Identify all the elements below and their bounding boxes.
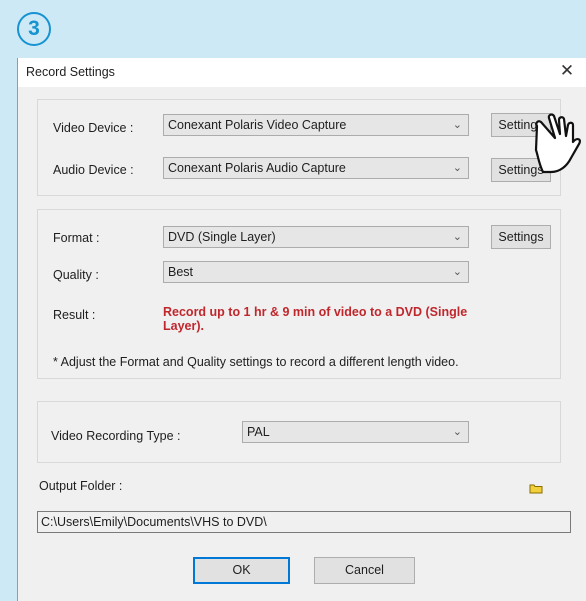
title-bar: Record Settings ✕ [18, 58, 586, 87]
recording-type-label: Video Recording Type : [51, 429, 181, 443]
recording-type-value: PAL [247, 425, 270, 439]
chevron-down-icon: ⌄ [452, 162, 462, 174]
ok-button[interactable]: OK [193, 557, 290, 584]
format-select[interactable]: DVD (Single Layer) ⌄ [163, 226, 469, 248]
quality-label: Quality : [53, 268, 99, 282]
result-text: Record up to 1 hr & 9 min of video to a … [163, 305, 543, 333]
audio-device-select[interactable]: Conexant Polaris Audio Capture ⌄ [163, 157, 469, 179]
format-value: DVD (Single Layer) [168, 230, 276, 244]
output-folder-input[interactable]: C:\Users\Emily\Documents\VHS to DVD\ [37, 511, 571, 533]
hand-pointer-icon [533, 112, 586, 181]
recording-type-select[interactable]: PAL ⌄ [242, 421, 469, 443]
format-note: * Adjust the Format and Quality settings… [53, 355, 459, 369]
video-device-select[interactable]: Conexant Polaris Video Capture ⌄ [163, 114, 469, 136]
video-device-label: Video Device : [53, 121, 134, 135]
audio-device-value: Conexant Polaris Audio Capture [168, 161, 346, 175]
cancel-button[interactable]: Cancel [314, 557, 415, 584]
format-settings-button[interactable]: Settings [491, 225, 551, 249]
result-line-2: Layer). [163, 319, 204, 333]
format-label: Format : [53, 231, 100, 245]
audio-device-label: Audio Device : [53, 163, 134, 177]
quality-value: Best [168, 265, 194, 279]
quality-select[interactable]: Best ⌄ [163, 261, 469, 283]
result-line-1: Record up to 1 hr & 9 min of video to a … [163, 305, 468, 319]
record-settings-dialog: Record Settings ✕ Video Device : Conexan… [17, 58, 586, 601]
folder-icon[interactable] [529, 483, 543, 497]
video-device-value: Conexant Polaris Video Capture [168, 118, 347, 132]
chevron-down-icon: ⌄ [452, 231, 462, 243]
dialog-title: Record Settings [26, 65, 115, 79]
close-button[interactable]: ✕ [558, 61, 576, 81]
output-folder-label: Output Folder : [39, 479, 123, 493]
result-label: Result : [53, 308, 96, 322]
chevron-down-icon: ⌄ [452, 426, 462, 438]
chevron-down-icon: ⌄ [452, 266, 462, 278]
step-number-badge: 3 [17, 12, 51, 46]
chevron-down-icon: ⌄ [452, 119, 462, 131]
